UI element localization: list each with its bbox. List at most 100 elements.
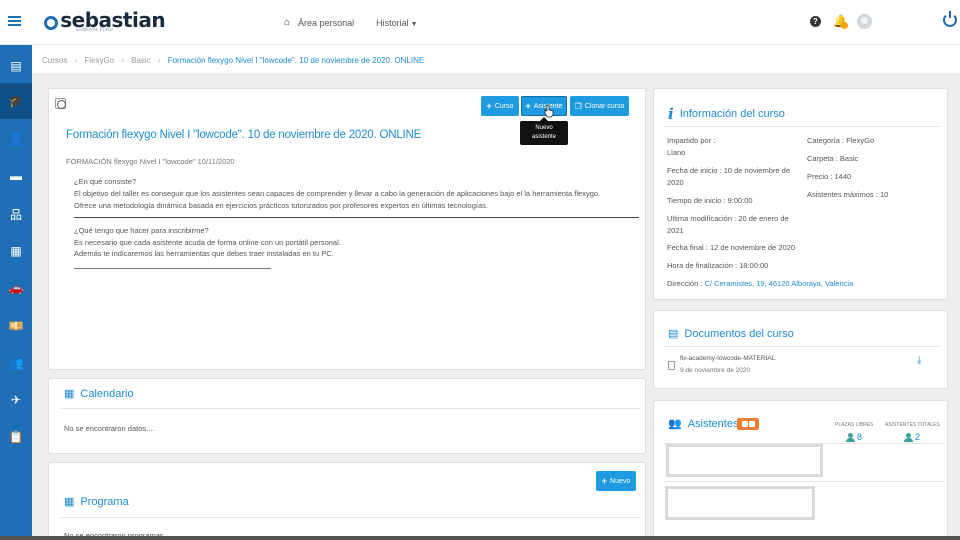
user-icon[interactable]: 👤 [0, 121, 32, 157]
info-header: i Información del curso [668, 105, 785, 123]
tooltip-line: asistente [531, 134, 556, 140]
documents-header: ▤ Documentos del curso [668, 327, 794, 341]
info-title: Información del curso [679, 108, 785, 120]
book-icon: ▤ [668, 328, 679, 340]
direccion: Dirección : C/ Ceramistes, 19, 46120 Alb… [667, 278, 853, 289]
ultima-modificacion-year: 2021 [667, 226, 684, 235]
hora-finalizacion: Hora de finalización : 18:00:00 [667, 261, 769, 270]
car-icon[interactable]: 🚗 [0, 270, 32, 306]
plazas-libres-count: 8 [857, 432, 863, 442]
top-bar: sebastian Employee Portal ⌂ Área persona… [0, 0, 960, 45]
add-curso-label: Curso [494, 102, 514, 110]
divider [664, 346, 939, 347]
new-programa-button[interactable]: + Nuevo [596, 471, 636, 491]
breadcrumb-flexygo[interactable]: FlexyGo [84, 56, 114, 65]
fecha-inicio: Fecha de inicio : 10 de noviembre de [667, 166, 790, 175]
direccion-label: Dirección : [667, 279, 703, 288]
file-date: 9 de noviembre de 2020 [680, 367, 751, 374]
carpeta: Carpeta : Basic [807, 154, 859, 163]
fecha-final: Fecha final : 12 de noviembre de 2020 [667, 243, 796, 252]
clone-course-label: Clonar curso [584, 102, 625, 110]
brand-subtitle: Employee Portal [76, 27, 113, 33]
divider [61, 517, 639, 518]
info-icon: i [668, 105, 674, 123]
breadcrumb-cursos[interactable]: Cursos [42, 56, 67, 65]
question-heading: ¿Qué tengo que hacer para inscribirme? [74, 226, 209, 235]
attendees-header: 👥 Asistentes [668, 417, 738, 431]
divider [664, 126, 939, 127]
calendar-empty-text: No se encontraron datos.... [64, 424, 155, 433]
document-icon[interactable]: ▤ [0, 48, 32, 84]
programa-panel: +Nuevo ▦ Programa No se encontraron prog… [48, 462, 646, 540]
bottom-strip [0, 536, 960, 540]
chevron-right-icon: › [121, 55, 125, 65]
nav-area-personal[interactable]: Área personal [298, 18, 354, 28]
person-icon [904, 432, 913, 442]
plus-icon: + [486, 101, 492, 111]
tiempo-inicio: Tiempo de inicio : 9:00:00 [667, 196, 753, 205]
collapse-icon[interactable] [55, 98, 66, 109]
description-line: Ofrece una metodología dinámica basada e… [74, 201, 488, 210]
calendar-icon[interactable]: ▦ [0, 233, 32, 269]
copy-icon: ❐ [574, 101, 582, 111]
attendees-panel: 👥 Asistentes PLAZAS LIBRES 8 ASISTENTES … [653, 400, 948, 540]
avatar[interactable] [857, 14, 872, 29]
asistentes-totales-label: ASISTENTES TOTALES [885, 422, 940, 428]
nav-historial[interactable]: Historial ▼ [376, 18, 417, 28]
impartido-label: Impartido por : [667, 136, 716, 145]
description-line: El objetivo del taller es conseguir que … [74, 189, 601, 198]
checklist-icon[interactable]: 📋 [0, 419, 32, 455]
file-name[interactable]: flx-academy-lowcode-MATERIAL [680, 355, 775, 362]
money-icon[interactable]: 💴 [0, 308, 32, 344]
add-curso-button[interactable]: + Curso [481, 96, 519, 116]
asistentes-totales-value: 2 [904, 432, 920, 442]
download-icon[interactable]: ⤓ [917, 355, 921, 366]
programa-title: Programa [80, 495, 129, 508]
calendar-title: Calendario [80, 387, 134, 400]
file-icon [668, 361, 675, 370]
users-icon: 👥 [668, 418, 682, 430]
folder-icon[interactable]: ▬ [0, 158, 32, 194]
divider [61, 408, 639, 409]
plus-icon: + [601, 476, 608, 486]
question-heading: ¿En qué consiste? [74, 177, 137, 186]
chevron-down-icon: ▼ [410, 20, 418, 28]
direccion-link[interactable]: C/ Ceramistes, 19, 46120 Alboraya, Valen… [705, 279, 854, 288]
attendee-card[interactable] [666, 444, 823, 477]
calendar-icon: ▦ [64, 388, 75, 400]
calendar-icon: ▦ [64, 496, 75, 508]
plazas-libres-label: PLAZAS LIBRES [835, 422, 874, 428]
graduation-cap-icon[interactable]: 🎓 [0, 83, 32, 119]
menu-toggle-icon[interactable] [8, 16, 21, 28]
documents-panel: ▤ Documentos del curso flx-academy-lowco… [653, 310, 948, 389]
description-line: Además te indicaremos las herramientas q… [74, 249, 334, 258]
categoria: Categoría : FlexyGo [807, 136, 875, 145]
person-icon [846, 432, 855, 442]
tooltip: Nuevo asistente [520, 117, 568, 145]
fecha-inicio-year: 2020 [667, 178, 684, 187]
impartido-value: Llano [667, 148, 686, 157]
help-icon[interactable]: ? [810, 16, 821, 27]
nav-historial-label: Historial [376, 17, 409, 28]
new-programa-label: Nuevo [610, 477, 631, 485]
home-icon[interactable]: ⌂ [284, 17, 290, 28]
user-tools: ? 🔔 [800, 11, 960, 32]
toggle-view-icon[interactable] [737, 418, 759, 430]
tooltip-line: Nuevo [535, 125, 553, 131]
calendar-panel: ▦ Calendario No se encontraron datos.... [48, 378, 646, 454]
notification-badge [841, 22, 848, 29]
org-chart-icon[interactable]: 品 [0, 196, 32, 232]
team-icon[interactable]: 👥 [0, 345, 32, 381]
breadcrumb-basic[interactable]: Basic [131, 56, 151, 65]
sidebar: ▤ 🎓 👤 ▬ 品 ▦ 🚗 💴 👥 ✈ 📋 [0, 45, 32, 540]
breadcrumb-bar: Cursos › FlexyGo › Basic › Formación fle… [32, 45, 960, 75]
clone-course-button[interactable]: ❐ Clonar curso [570, 96, 629, 116]
documents-title: Documentos del curso [684, 327, 794, 340]
breadcrumb-current: Formación flexygo Nivel I "lowcode". 10 … [167, 55, 425, 65]
attendee-card[interactable] [665, 486, 815, 520]
course-info-panel: i Información del curso Impartido por : … [653, 88, 948, 300]
plane-icon[interactable]: ✈ [0, 382, 32, 418]
plazas-libres-value: 8 [846, 432, 862, 442]
ultima-modificacion: Ultima modificación : 20 de enero de [667, 214, 789, 223]
power-icon[interactable] [943, 11, 957, 27]
